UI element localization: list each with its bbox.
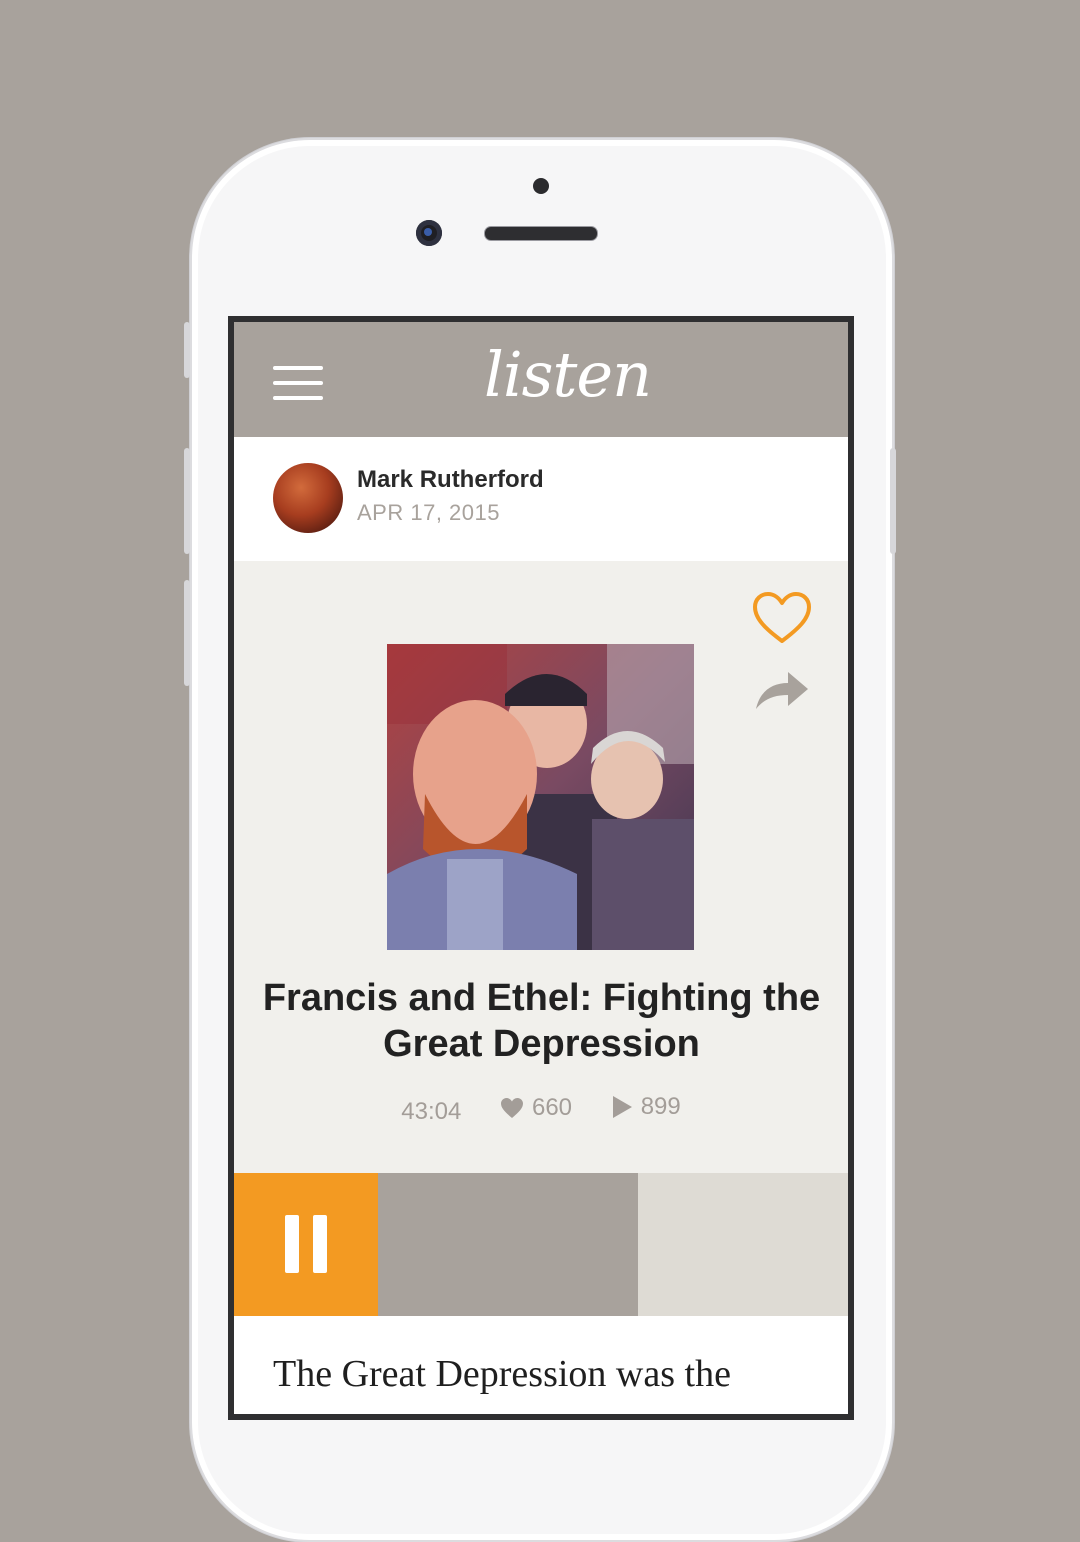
volume-up-button	[184, 448, 190, 554]
story-title[interactable]: Francis and Ethel: Fighting the Great De…	[254, 975, 829, 1067]
mute-switch	[184, 322, 190, 378]
avatar[interactable]	[273, 463, 343, 533]
story-stats: 43:04 660 899	[234, 1093, 848, 1126]
author-header: Mark Rutherford APR 17, 2015	[234, 437, 848, 561]
progress-bar[interactable]	[378, 1173, 638, 1316]
app-header: listen	[234, 322, 848, 437]
app-screen: listen Mark Rutherford APR 17, 2015 Fran…	[234, 322, 848, 1414]
plays-stat: 899	[611, 1093, 681, 1121]
play-icon	[612, 1096, 632, 1118]
front-camera	[416, 220, 442, 246]
story-card: Francis and Ethel: Fighting the Great De…	[234, 561, 848, 1173]
story-photo	[387, 644, 694, 950]
pause-button[interactable]	[234, 1173, 378, 1316]
app-logo: listen	[484, 338, 652, 411]
menu-icon[interactable]	[273, 366, 323, 400]
phone-screen: listen Mark Rutherford APR 17, 2015 Fran…	[228, 316, 854, 1420]
heart-icon[interactable]	[752, 591, 812, 645]
duration: 43:04	[401, 1098, 462, 1125]
earpiece	[484, 226, 598, 241]
audio-player	[234, 1173, 848, 1316]
duration-stat: 43:04	[401, 1098, 461, 1126]
proximity-sensor	[533, 178, 549, 194]
likes-stat: 660	[500, 1094, 572, 1122]
post-date: APR 17, 2015	[357, 500, 500, 525]
volume-down-button	[184, 580, 190, 686]
likes-count: 660	[531, 1094, 573, 1121]
author-name[interactable]: Mark Rutherford	[357, 466, 544, 494]
like-heart-icon	[500, 1098, 523, 1118]
power-button	[890, 448, 896, 554]
plays-count: 899	[640, 1093, 681, 1120]
story-body-text: The Great Depression was the	[273, 1353, 731, 1395]
share-icon[interactable]	[752, 669, 812, 713]
